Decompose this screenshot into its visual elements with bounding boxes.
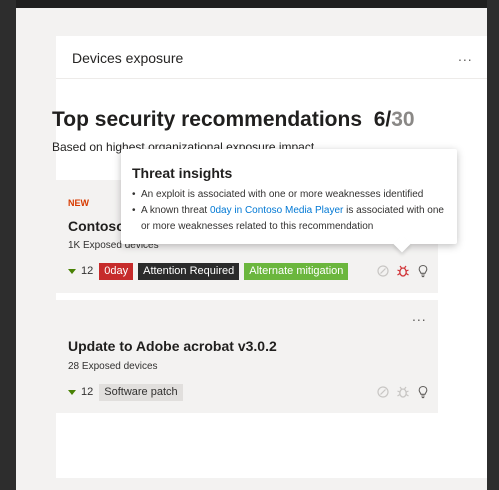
tooltip-title: Threat insights [132,165,233,181]
tooltip-bullet: An exploit is associated with one or mor… [132,187,450,203]
exploit-icon[interactable] [376,385,390,399]
trend-count: 12 [81,386,94,398]
software-patch-tag: Software patch [99,383,183,401]
insight-lightbulb-icon[interactable] [416,385,430,399]
threat-bug-icon[interactable] [396,385,410,399]
insight-icons [370,264,430,278]
zero-day-tag: 0day [99,262,134,280]
insight-lightbulb-icon[interactable] [416,264,430,278]
right-frame-bar [487,0,499,490]
card-header: Devices exposure ... [56,36,487,79]
insight-icons [370,385,430,399]
trend-down-icon [68,268,76,274]
recommendations-heading: Top security recommendations 6/30 [52,108,415,131]
trend-down-icon [68,389,76,395]
shown-count: 6 [373,108,386,131]
threat-bug-icon[interactable] [396,264,410,278]
recommendation-name[interactable]: Update to Adobe acrobat v3.0.2 [68,338,277,354]
trend-count: 12 [81,265,94,277]
threat-link[interactable]: 0day in Contoso Media Player [210,205,343,216]
alternate-mitigation-tag: Alternate mitigation [244,262,349,280]
exploit-icon[interactable] [376,264,390,278]
left-frame-bar [0,0,16,490]
new-badge: NEW [68,198,89,208]
recommendation-item[interactable]: ... Update to Adobe acrobat v3.0.2 28 Ex… [52,300,438,413]
card-title: Devices exposure [72,50,184,66]
tooltip-list: An exploit is associated with one or mor… [132,187,450,235]
tooltip-bullet: A known threat 0day in Contoso Media Pla… [132,203,450,235]
recommendation-tags-row: 12 Software patch [68,383,188,401]
recommendation-more-button[interactable]: ... [412,308,427,324]
card-more-button[interactable]: ... [458,48,473,64]
threat-insights-tooltip: Threat insights An exploit is associated… [121,149,457,244]
total-count: 30 [391,108,415,131]
recommendation-tags-row: 12 0day Attention Required Alternate mit… [68,262,353,280]
attention-required-tag: Attention Required [138,262,240,280]
exposed-devices: 28 Exposed devices [68,361,158,372]
